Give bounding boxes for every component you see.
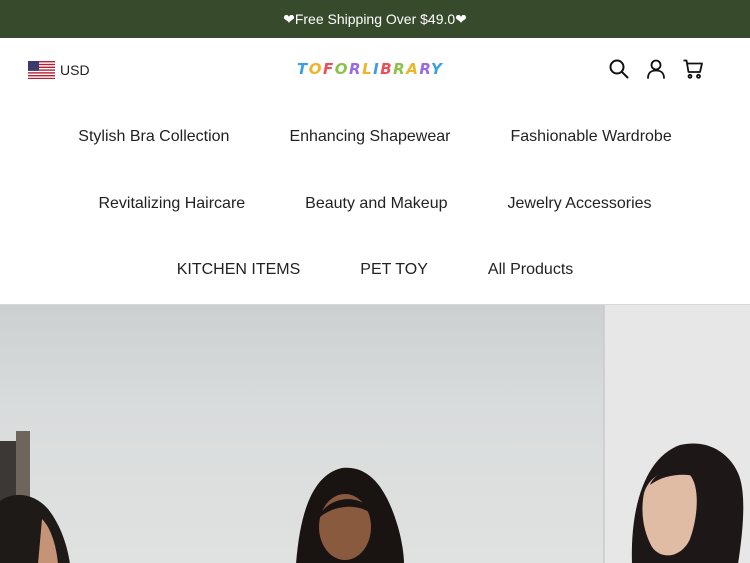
nav-item-beauty-and-makeup[interactable]: Beauty and Makeup <box>275 194 477 214</box>
us-flag-icon <box>28 61 55 79</box>
user-icon[interactable] <box>645 58 667 80</box>
logo-letter: R <box>393 60 407 78</box>
currency-selector[interactable]: USD <box>28 61 90 79</box>
logo-letter: O <box>308 60 323 78</box>
logo-letter: A <box>406 60 420 78</box>
currency-code: USD <box>60 62 90 78</box>
hero-photo <box>0 305 750 563</box>
cart-icon[interactable] <box>682 58 704 80</box>
announcement-bar: ❤Free Shipping Over $49.0❤ <box>0 0 750 38</box>
main-nav-row-1: Stylish Bra Collection Enhancing Shapewe… <box>0 127 750 147</box>
logo-letter: F <box>323 60 335 78</box>
logo-letter: Y <box>431 60 444 78</box>
nav-item-all-products[interactable]: All Products <box>458 260 603 280</box>
logo-letter: L <box>362 60 374 78</box>
announcement-text: ❤Free Shipping Over $49.0❤ <box>283 10 467 27</box>
logo-letter: T <box>297 60 309 78</box>
nav-item-fashionable-wardrobe[interactable]: Fashionable Wardrobe <box>480 127 701 147</box>
search-icon[interactable] <box>608 58 630 80</box>
site-header: USD TOFORLIBRARY Stylish Bra Collection <box>0 38 750 304</box>
main-nav-row-2: Revitalizing Haircare Beauty and Makeup … <box>0 194 750 214</box>
nav-item-jewelry-accessories[interactable]: Jewelry Accessories <box>478 194 682 214</box>
header-icons <box>608 58 704 80</box>
logo-letter: R <box>349 60 363 78</box>
nav-item-revitalizing-haircare[interactable]: Revitalizing Haircare <box>68 194 275 214</box>
nav-item-enhancing-shapewear[interactable]: Enhancing Shapewear <box>259 127 480 147</box>
nav-item-kitchen-items[interactable]: KITCHEN ITEMS <box>147 260 331 280</box>
nav-item-stylish-bra-collection[interactable]: Stylish Bra Collection <box>48 127 259 147</box>
main-nav-row-3: KITCHEN ITEMS PET TOY All Products <box>0 260 750 280</box>
logo-letter: R <box>419 60 432 78</box>
store-logo[interactable]: TOFORLIBRARY <box>297 60 443 78</box>
hero-banner-image[interactable] <box>0 304 750 563</box>
logo-letter: B <box>380 60 394 78</box>
nav-item-pet-toy[interactable]: PET TOY <box>330 260 458 280</box>
logo-letter: O <box>334 60 350 78</box>
